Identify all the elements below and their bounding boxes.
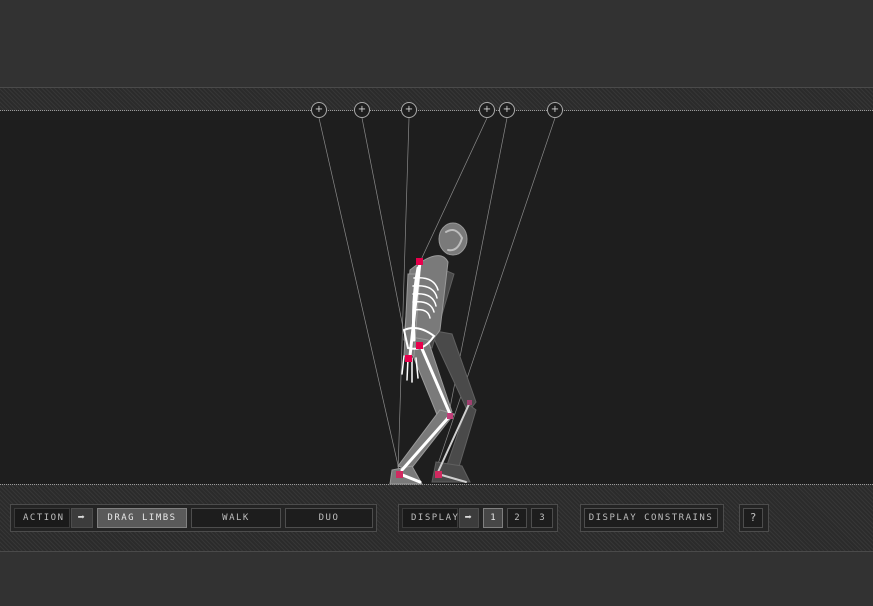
tibia — [400, 416, 450, 472]
shoulder-joint — [416, 258, 423, 265]
string-left-hand — [361, 117, 410, 359]
string-left-foot — [318, 117, 401, 475]
back-knee-joint — [467, 400, 472, 405]
walk-button[interactable]: WALK — [191, 508, 281, 528]
knee-joint — [447, 413, 453, 419]
front-ankle-joint — [396, 471, 403, 478]
action-group: ACTION ➡ DRAG LIMBS WALK DUO — [10, 504, 377, 532]
action-arrow-icon: ➡ — [71, 508, 93, 528]
constrains-group: DISPLAY CONSTRAINS — [580, 504, 724, 532]
drag-handle-6[interactable]: + — [547, 102, 563, 118]
display-arrow-icon: ➡ — [459, 508, 479, 528]
back-ankle-joint — [435, 471, 442, 478]
hip-joint — [416, 342, 423, 349]
drag-handle-3[interactable]: + — [401, 102, 417, 118]
hand-joint — [405, 355, 412, 362]
display-group: DISPLAY ➡ 1 2 3 — [398, 504, 558, 532]
drag-handle-4[interactable]: + — [479, 102, 495, 118]
string-right-foot — [435, 117, 556, 471]
drag-handle-5[interactable]: + — [499, 102, 515, 118]
action-label: ACTION — [14, 508, 70, 528]
help-group: ? — [739, 504, 769, 532]
display-option-2[interactable]: 2 — [507, 508, 527, 528]
duo-button[interactable]: DUO — [285, 508, 373, 528]
display-constrains-button[interactable]: DISPLAY CONSTRAINS — [584, 508, 718, 528]
display-label: DISPLAY — [402, 508, 458, 528]
drag-handle-2[interactable]: + — [354, 102, 370, 118]
display-option-3[interactable]: 3 — [531, 508, 553, 528]
display-option-1[interactable]: 1 — [483, 508, 503, 528]
help-button[interactable]: ? — [743, 508, 763, 528]
drag-limbs-button[interactable]: DRAG LIMBS — [97, 508, 187, 528]
drag-handle-1[interactable]: + — [311, 102, 327, 118]
